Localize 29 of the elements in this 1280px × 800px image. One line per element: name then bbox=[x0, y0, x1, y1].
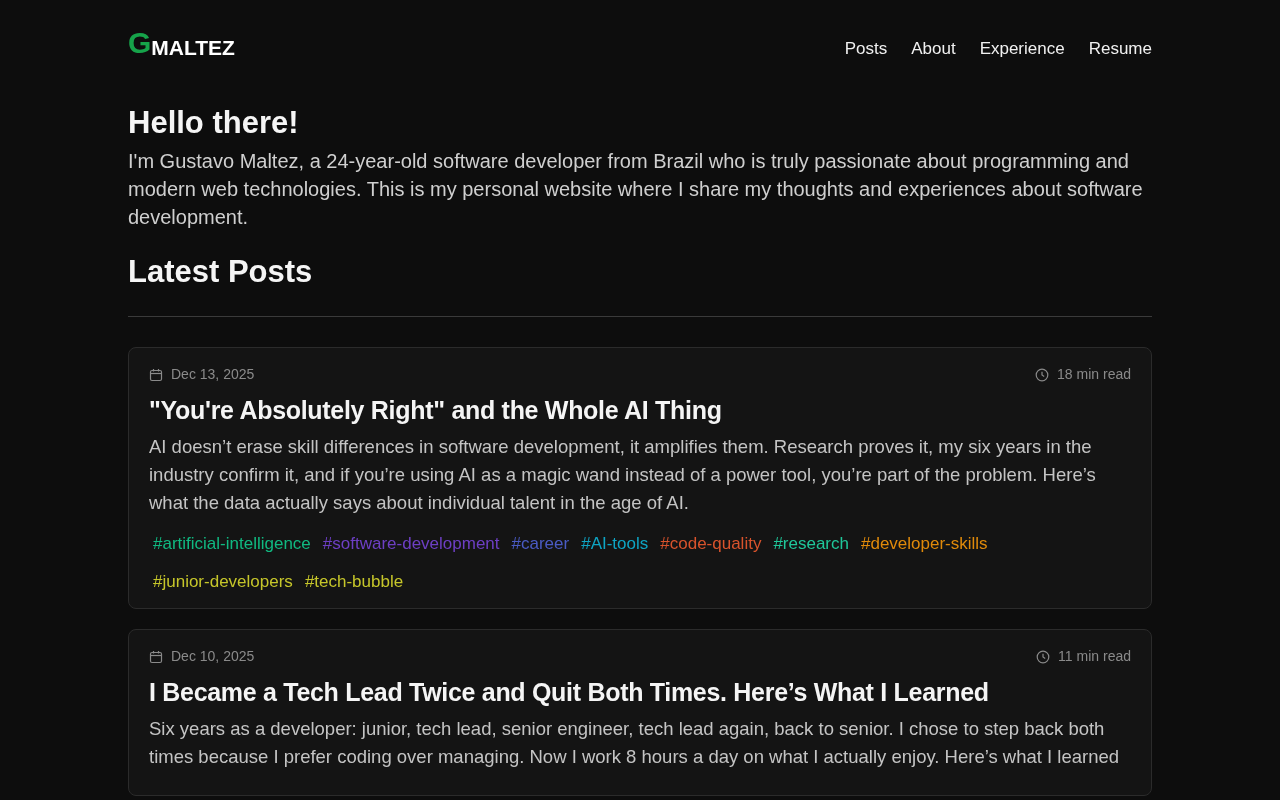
read-time: 18 min read bbox=[1057, 365, 1131, 385]
post-title[interactable]: "You're Absolutely Right" and the Whole AI Thing bbox=[149, 395, 1131, 426]
post-card[interactable] bbox=[128, 347, 1152, 610]
post-excerpt: Six years as a developer: junior, tech lead, senior engineer, tech lead again, back to senior. I chose to step back both times because I prefer coding over managing. Now I work 8 hours a day on what I actually enjoy. Here’s what I learned bbox=[149, 717, 1121, 770]
tag-link[interactable]: #tech-bubble bbox=[300, 566, 408, 597]
tag-link[interactable]: #junior-developers bbox=[149, 566, 297, 597]
logo[interactable]: GMALTEZ bbox=[128, 28, 235, 58]
intro-paragraph: I'm Gustavo Maltez, a 24-year-old software developer from Brazil who is truly passionate about programming and modern web technologies. This is my personal website where I share my thoughts and experiences about software development. bbox=[128, 149, 1144, 231]
calendar-icon bbox=[149, 367, 163, 382]
post-date: Dec 10, 2025 bbox=[171, 647, 255, 667]
tag-link[interactable]: #developer-skills bbox=[857, 529, 992, 559]
post-card[interactable] bbox=[128, 629, 1152, 797]
post-excerpt: AI doesn’t erase skill differences in software development, it amplifies them. Research proves it, my six years in the industry confirm it, and if you’re using AI as a magic wand instead of a power tool, you’re part of the problem. Here’s what the data actually says about individual talent in the age of AI. bbox=[149, 435, 1097, 516]
tag-link[interactable]: #artificial-intelligence bbox=[149, 529, 315, 559]
clock-icon bbox=[1035, 367, 1050, 382]
read-time: 11 min read bbox=[1058, 647, 1131, 667]
calendar-icon bbox=[149, 649, 163, 664]
intro-heading: Hello there! bbox=[128, 104, 300, 142]
tag-link[interactable]: #code-quality bbox=[656, 529, 766, 559]
section-heading: Latest Posts bbox=[128, 253, 314, 291]
tag-link[interactable]: #research bbox=[769, 529, 853, 559]
tag-link[interactable]: #AI-tools bbox=[577, 529, 653, 559]
nav-link[interactable]: Posts bbox=[844, 36, 888, 62]
nav-link[interactable]: Resume bbox=[1088, 36, 1152, 62]
nav-link[interactable]: Experience bbox=[979, 36, 1065, 62]
clock-icon bbox=[1036, 649, 1051, 664]
nav-link[interactable]: About bbox=[911, 36, 956, 62]
post-date: Dec 13, 2025 bbox=[171, 365, 255, 385]
post-title[interactable]: I Became a Tech Lead Twice and Quit Both Times. Here’s What I Learned bbox=[149, 677, 1131, 708]
